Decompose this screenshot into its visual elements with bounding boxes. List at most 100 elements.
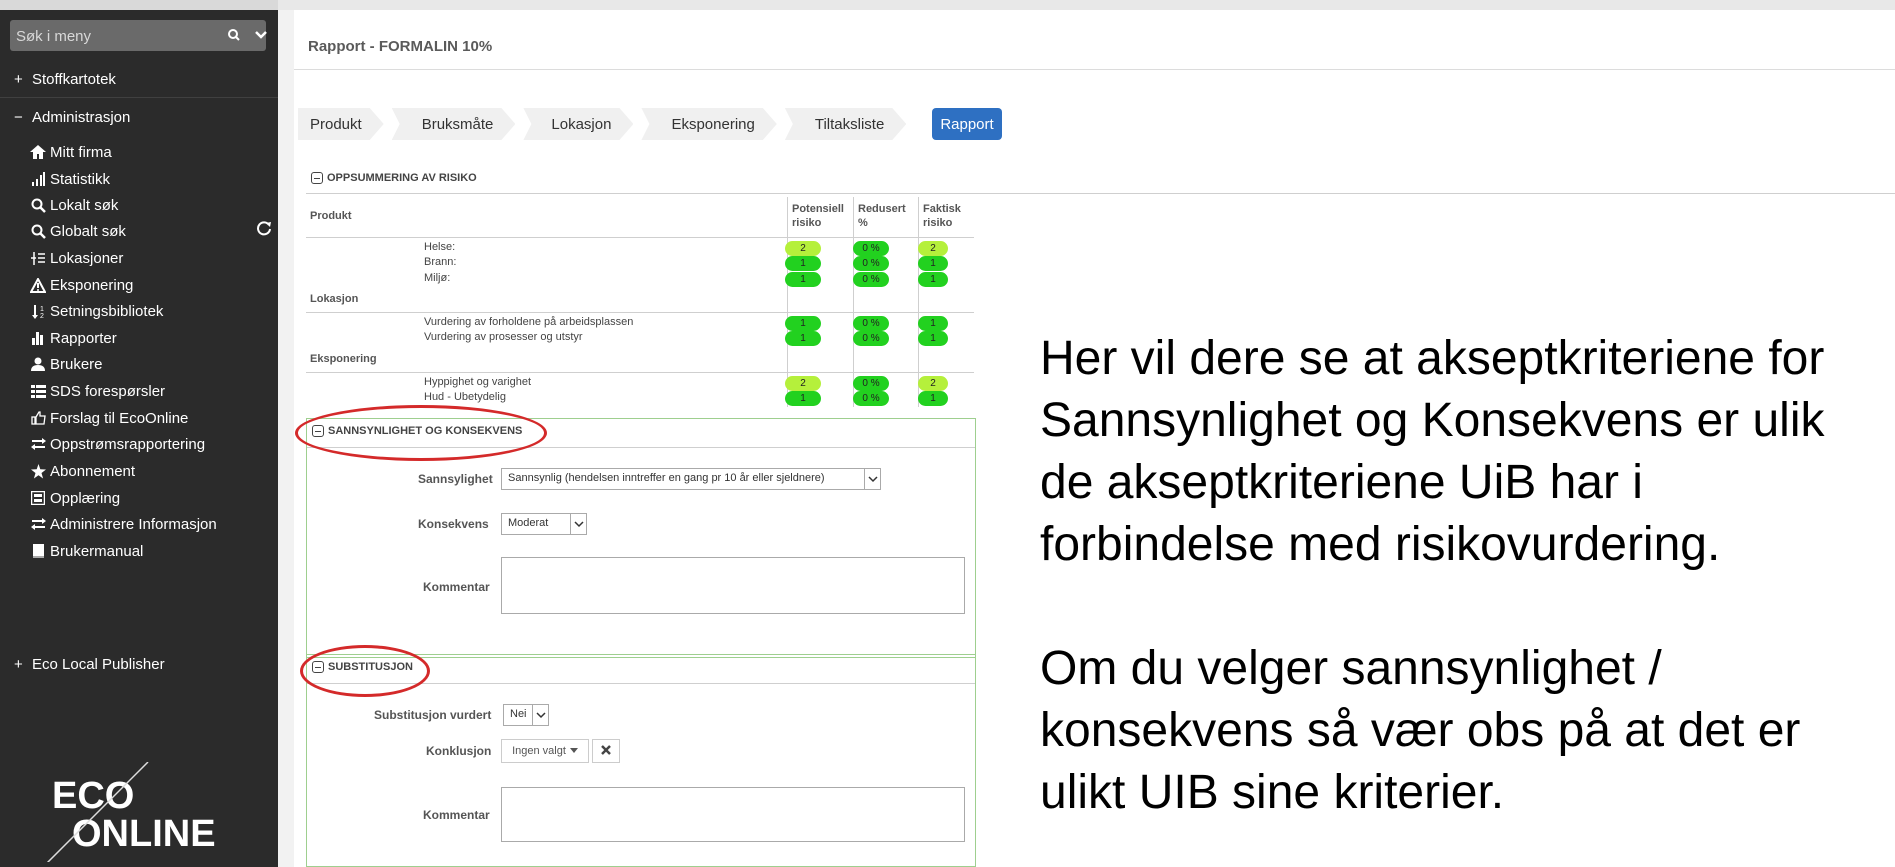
svg-text:1: 1 [40, 306, 44, 313]
col-header-reduced: Redusert % [858, 203, 906, 229]
sidebar-item-label: Globalt søk [50, 222, 126, 240]
risk-pill: 0 % [853, 316, 889, 331]
chevron-down-icon [570, 514, 586, 534]
likelihood-comment-textarea[interactable] [501, 557, 965, 614]
sidebar-item-label: Abonnement [50, 462, 136, 480]
thumbs-up-icon [28, 410, 48, 426]
annotation-paragraph-1: Her vil dere se at akseptkriteriene for … [1040, 332, 1825, 571]
sidebar-item-brukere[interactable]: Brukere [28, 353, 103, 375]
sidebar-item-oppstromsrapportering[interactable]: Oppstrømsrapportering [28, 433, 205, 455]
chevron-down-icon [864, 469, 880, 489]
col-divider [787, 197, 788, 407]
sidebar-item-label: SDS forespørsler [50, 382, 166, 400]
user-icon [28, 356, 48, 372]
step-lokasjon[interactable]: Lokasjon [523, 108, 633, 140]
collapse-icon[interactable] [311, 172, 323, 184]
risk-pill: 1 [785, 316, 821, 331]
risk-row-label: Brann: [424, 256, 457, 268]
konsekvens-label: Konsekvens [418, 517, 489, 531]
close-icon [601, 744, 611, 758]
sidebar-item-eksponering[interactable]: Eksponering [28, 274, 133, 296]
expand-sign: + [14, 71, 23, 88]
sannsynlighet-label: Sannsylighet [418, 472, 493, 486]
sidebar-item-abonnement[interactable]: Abonnement [28, 460, 135, 482]
risk-group-lokasjon: Lokasjon [310, 293, 359, 305]
sannsynlighet-select[interactable]: Sannsynlig (hendelsen inntreffer en gang… [501, 468, 881, 490]
risk-row-label: Helse: [424, 241, 456, 253]
sidebar-item-sds-foresporsler[interactable]: SDS forespørsler [28, 380, 165, 402]
sidebar-item-label: Setningsbibliotek [50, 302, 164, 320]
konklusjon-value: Ingen valgt [512, 745, 566, 757]
exchange-icon [28, 436, 48, 452]
risk-pill: 1 [918, 256, 948, 271]
col-divider [918, 197, 919, 407]
sidebar-item-label: Forslag til EcoOnline [50, 409, 189, 427]
risk-pill: 0 % [853, 391, 889, 406]
search-icon[interactable] [226, 26, 242, 44]
konsekvens-select[interactable]: Moderat [501, 513, 587, 535]
menu-search-input[interactable] [16, 25, 206, 47]
sidebar-item-statistikk[interactable]: Statistikk [28, 168, 110, 190]
sidebar-item-lokasjoner[interactable]: Lokasjoner [28, 247, 123, 269]
sidebar-section-label: Eco Local Publisher [32, 656, 165, 673]
step-produkt[interactable]: Produkt [298, 108, 384, 140]
step-bruksmate[interactable]: Bruksmåte [392, 108, 516, 140]
col-header-product: Produkt [310, 210, 352, 222]
sidebar-item-label: Brukere [50, 355, 103, 373]
sidebar-item-forslag[interactable]: Forslag til EcoOnline [28, 407, 188, 429]
annotation-text: Her vil dere se at akseptkriteriene for … [1040, 328, 1860, 824]
clear-konklusjon-button[interactable] [592, 739, 620, 763]
sidebar-section-stoffkartotek[interactable]: + Stoffkartotek [0, 71, 278, 88]
risk-summary-heading[interactable]: OPPSUMMERING AV RISIKO [311, 172, 477, 184]
annotation-ellipse-substitution [300, 645, 430, 697]
panel-header: Rapport - FORMALIN 10% [294, 10, 1895, 70]
collapse-sign: − [14, 109, 23, 126]
book-icon [28, 543, 48, 559]
sannsynlighet-value: Sannsynlig (hendelsen inntreffer en gang… [508, 472, 825, 484]
film-icon [28, 490, 48, 506]
substitution-comment-textarea[interactable] [501, 787, 965, 842]
sidebar-divider [0, 97, 278, 98]
sidebar: + Stoffkartotek −Administrasjon Mitt firm… [0, 0, 278, 867]
risk-group-eksponering: Eksponering [310, 353, 377, 365]
step-tiltaksliste[interactable]: Tiltaksliste [785, 108, 906, 140]
sidebar-item-label: Opplæring [50, 489, 121, 507]
sidebar-item-label: Statistikk [50, 170, 111, 188]
risk-row-label: Vurdering av prosesser og utstyr [424, 331, 583, 343]
sidebar-item-mitt-firma[interactable]: Mitt firma [28, 141, 112, 163]
risk-row-label: Hud - Ubetydelig [424, 391, 506, 403]
substitusjon-vurdert-select[interactable]: Nei [503, 704, 549, 726]
sidebar-section-eco-local-publisher[interactable]: + Eco Local Publisher [0, 656, 278, 673]
risk-pill: 1 [918, 331, 948, 346]
bar-chart-icon [28, 330, 48, 346]
step-eksponering[interactable]: Eksponering [641, 108, 776, 140]
divider [306, 372, 974, 373]
step-rapport[interactable]: Rapport [932, 108, 1002, 140]
sidebar-item-setningsbibliotek[interactable]: 12 Setningsbibliotek [28, 300, 163, 322]
screen: + Stoffkartotek −Administrasjon Mitt firm… [0, 0, 1895, 867]
chevron-down-icon[interactable] [253, 26, 269, 44]
divider [306, 312, 974, 313]
konklusjon-dropdown[interactable]: Ingen valgt [501, 739, 589, 763]
refresh-icon[interactable] [256, 220, 272, 236]
sidebar-item-label: Administrere Informasjon [50, 515, 217, 533]
sidebar-item-lokalt-sok[interactable]: Lokalt søk [28, 194, 118, 216]
risk-pill: 0 % [853, 331, 889, 346]
sidebar-item-opplaering[interactable]: Opplæring [28, 487, 120, 509]
sidebar-item-label: Eksponering [50, 276, 134, 294]
sidebar-item-label: Brukermanual [50, 542, 144, 560]
substitusjon-vurdert-label: Substitusjon vurdert [374, 708, 492, 722]
kommentar-label: Kommentar [423, 580, 490, 594]
annotation-ellipse-likelihood [295, 405, 547, 461]
sidebar-item-rapporter[interactable]: Rapporter [28, 327, 117, 349]
risk-pill: 0 % [853, 272, 889, 287]
sidebar-item-administrere-informasjon[interactable]: Administrere Informasjon [28, 513, 217, 535]
risk-pill: 0 % [853, 256, 889, 271]
sidebar-item-globalt-sok[interactable]: Globalt søk [28, 220, 126, 242]
divider [306, 193, 1895, 194]
search-icon [28, 197, 48, 213]
risk-pill: 2 [918, 376, 948, 391]
sidebar-item-brukermanual[interactable]: Brukermanual [28, 540, 143, 562]
sidebar-section-administrasjon[interactable]: − Administrasjon [0, 109, 278, 126]
logo-text-top: ECO [52, 775, 134, 817]
